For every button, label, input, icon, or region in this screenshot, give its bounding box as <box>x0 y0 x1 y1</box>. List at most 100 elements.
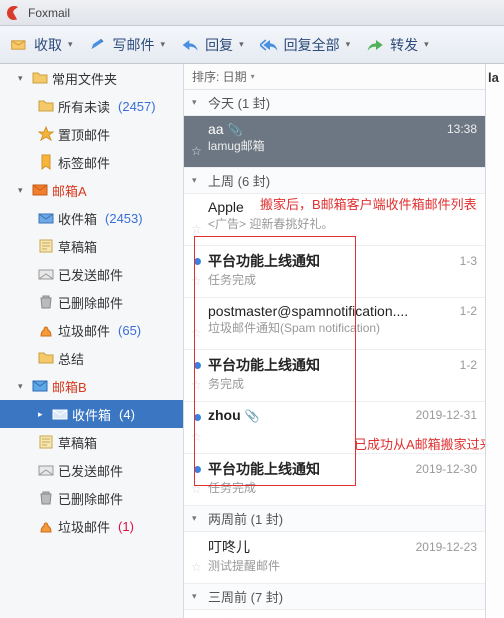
group-label: 上周 (6 封) <box>208 171 270 190</box>
message-from: Apple <box>208 199 244 215</box>
message-item[interactable]: ☆ 平台功能上线通知1-2 务完成 <box>184 350 485 402</box>
message-from: 平台功能上线通知 <box>208 355 320 375</box>
replyall-icon <box>260 37 280 53</box>
bookmark-icon <box>38 154 54 170</box>
mail-account-icon <box>32 182 48 198</box>
sent-icon <box>38 462 54 478</box>
message-item[interactable]: 叮咚儿2019-12-21 <box>184 610 485 618</box>
folder-count: (4) <box>119 407 135 422</box>
sort-label: 排序: 日期 <box>192 68 247 85</box>
star-icon[interactable]: ☆ <box>191 430 202 444</box>
folder-label: 收件箱 <box>72 405 111 424</box>
folder-deleted-b[interactable]: 已删除邮件 <box>0 484 183 512</box>
folder-deleted-a[interactable]: 已删除邮件 <box>0 288 183 316</box>
reply-button[interactable]: 回复▾ <box>175 32 250 58</box>
folder-spam-b[interactable]: 垃圾邮件 (1) <box>0 512 183 540</box>
folder-count: (2457) <box>118 99 156 114</box>
message-item[interactable]: ☆ 平台功能上线通知1-3 任务完成 <box>184 246 485 298</box>
folder-label: 所有未读 <box>58 97 110 116</box>
folder-drafts-a[interactable]: 草稿箱 <box>0 232 183 260</box>
folder-sent-a[interactable]: 已发送邮件 <box>0 260 183 288</box>
group-lastweek[interactable]: ▾上周 (6 封) <box>184 168 485 194</box>
compose-label: 写邮件 <box>113 35 155 55</box>
message-subject: 测试提醒邮件 <box>208 557 477 574</box>
message-subject: 垃圾邮件通知(Spam notification) <box>208 319 477 336</box>
message-date: 1-2 <box>460 304 477 318</box>
sidebar[interactable]: ▾ 常用文件夹 所有未读 (2457) 置顶邮件 标签邮件 ▾ 邮箱A 收件箱 … <box>0 64 184 618</box>
inbox-icon <box>38 210 54 226</box>
folder-icon <box>38 98 54 114</box>
group-threeweeks[interactable]: ▾ 三周前 (7 封) <box>184 584 485 610</box>
replyall-button[interactable]: 回复全部▾ <box>254 32 357 58</box>
folder-label: 垃圾邮件 <box>58 517 110 536</box>
folder-label: 常用文件夹 <box>52 69 117 88</box>
folder-inbox-a[interactable]: 收件箱 (2453) <box>0 204 183 232</box>
folder-icon <box>32 70 48 86</box>
unread-dot-icon <box>194 414 201 421</box>
titlebar: Foxmail <box>0 0 504 26</box>
folder-label: 置顶邮件 <box>58 125 110 144</box>
drafts-icon <box>38 434 54 450</box>
message-item[interactable]: ☆ Apple <广告> 迎新春挑好礼。 <box>184 194 485 246</box>
star-icon[interactable]: ☆ <box>191 274 202 288</box>
trash-icon <box>38 490 54 506</box>
star-icon[interactable]: ☆ <box>191 482 202 496</box>
receive-label: 收取 <box>34 35 62 55</box>
inbox-icon <box>52 406 68 422</box>
message-from: aa📎 <box>208 121 243 137</box>
message-item[interactable]: ☆ aa📎13:38 lamug邮箱 <box>184 116 485 168</box>
folder-drafts-b[interactable]: 草稿箱 <box>0 428 183 456</box>
receive-button[interactable]: 收取▾ <box>4 32 79 58</box>
collapse-icon: ▾ <box>192 591 202 602</box>
folder-label: 总结 <box>58 349 84 368</box>
foxmail-logo-icon <box>6 5 22 21</box>
folder-summary-a[interactable]: 总结 <box>0 344 183 372</box>
message-date: 2019-12-30 <box>416 462 477 476</box>
sort-bar[interactable]: 排序: 日期 ▾ <box>184 64 485 90</box>
folder-count: (65) <box>118 323 141 338</box>
compose-button[interactable]: 写邮件▾ <box>83 32 172 58</box>
receive-icon <box>10 37 30 53</box>
message-subject: 务完成 <box>208 375 477 392</box>
star-icon[interactable]: ☆ <box>191 326 202 340</box>
message-subject: 任务完成 <box>208 479 477 496</box>
message-date: 2019-12-23 <box>416 540 477 554</box>
folder-common[interactable]: ▾ 常用文件夹 <box>0 64 183 92</box>
folder-tagged[interactable]: 标签邮件 <box>0 148 183 176</box>
folder-all-unread[interactable]: 所有未读 (2457) <box>0 92 183 120</box>
group-label: 三周前 (7 封) <box>208 587 283 606</box>
message-item[interactable]: ☆ 叮咚儿2019-12-23 测试提醒邮件 <box>184 532 485 584</box>
folder-pinned[interactable]: 置顶邮件 <box>0 120 183 148</box>
unread-dot-icon <box>194 258 201 265</box>
folder-inbox-b[interactable]: ▸ 收件箱 (4) <box>0 400 183 428</box>
message-item[interactable]: ☆ 平台功能上线通知2019-12-30 任务完成 <box>184 454 485 506</box>
message-list[interactable]: 排序: 日期▾ ▾今天 (1 封) ☆ aa📎13:38 lamug邮箱 ▾上周… <box>184 64 486 618</box>
folder-icon <box>38 350 54 366</box>
star-icon[interactable]: ☆ <box>191 144 202 158</box>
forward-button[interactable]: 转发▾ <box>360 32 435 58</box>
folder-count: (2453) <box>105 211 143 226</box>
star-icon[interactable]: ☆ <box>191 222 202 236</box>
folder-label: 已删除邮件 <box>58 489 123 508</box>
folder-label: 标签邮件 <box>58 153 110 172</box>
star-icon[interactable]: ☆ <box>191 560 202 574</box>
message-item[interactable]: ☆ postmaster@spamnotification....1-2 垃圾邮… <box>184 298 485 350</box>
attachment-icon: 📎 <box>228 123 243 137</box>
star-icon[interactable]: ☆ <box>191 378 202 392</box>
message-from: zhou📎 <box>208 407 260 423</box>
folder-label: 草稿箱 <box>58 237 97 256</box>
account-a[interactable]: ▾ 邮箱A <box>0 176 183 204</box>
star-icon <box>38 126 54 142</box>
folder-count: (1) <box>118 519 134 534</box>
account-label: 邮箱B <box>52 377 87 396</box>
message-item[interactable]: ☆ zhou📎2019-12-31 <box>184 402 485 454</box>
folder-sent-b[interactable]: 已发送邮件 <box>0 456 183 484</box>
folder-spam-a[interactable]: 垃圾邮件 (65) <box>0 316 183 344</box>
chevron-down-icon: ▾ <box>251 72 255 81</box>
expand-icon: ▾ <box>18 73 28 84</box>
group-today[interactable]: ▾今天 (1 封) <box>184 90 485 116</box>
message-subject: lamug邮箱 <box>208 137 477 154</box>
expand-icon: ▸ <box>38 409 48 420</box>
group-twoweeks[interactable]: ▾两周前 (1 封) <box>184 506 485 532</box>
account-b[interactable]: ▾ 邮箱B <box>0 372 183 400</box>
